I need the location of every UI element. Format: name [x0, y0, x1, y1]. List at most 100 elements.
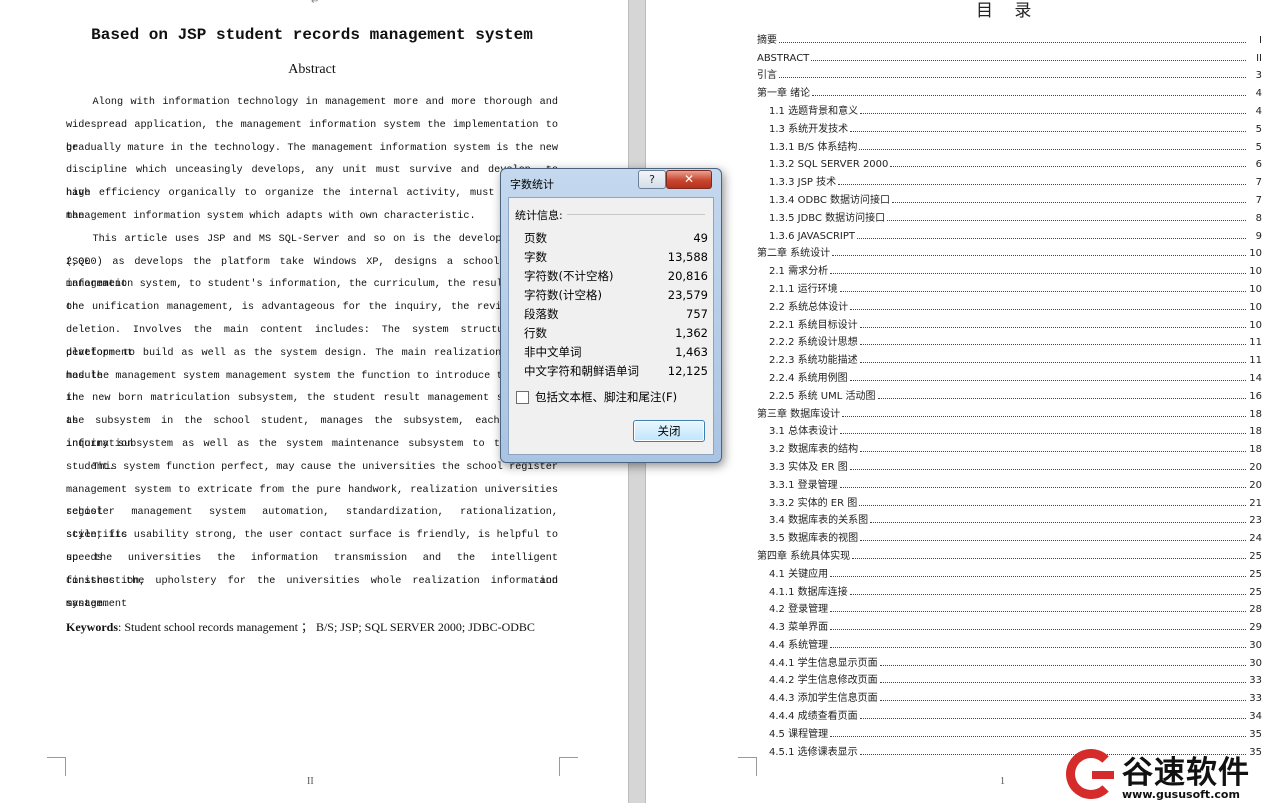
- toc-leader: [849, 593, 1246, 595]
- toc-leader: [870, 522, 1246, 524]
- paragraph-mark: ↵: [311, 0, 320, 7]
- toc-entry[interactable]: 1.1 选题背景和意义 4: [757, 99, 1262, 117]
- toc-entry[interactable]: 第三章 数据库设计 18: [757, 402, 1262, 420]
- toc-entry-title: 第三章 数据库设计: [757, 408, 841, 420]
- stat-row: 页数 49: [524, 229, 708, 248]
- toc-entry[interactable]: 3.3.2 实体的 ER 图 21: [757, 491, 1262, 509]
- toc-entry-title: 2.2.1 系统目标设计: [769, 319, 858, 331]
- toc-entry-page: II: [1256, 52, 1262, 64]
- toc-entry-title: 3.3.2 实体的 ER 图: [769, 497, 858, 509]
- toc-entry[interactable]: 引言 3: [757, 64, 1262, 81]
- toc-entry[interactable]: 3.3.1 登录管理 20: [757, 473, 1262, 491]
- toc-entry-title: 1.3.3 JSP 技术: [769, 177, 837, 189]
- toc-entry-page: 10: [1249, 248, 1262, 260]
- toc-leader: [852, 557, 1246, 559]
- toc-entry[interactable]: 2.1 需求分析 10: [757, 259, 1262, 277]
- toc-entry-title: 1.3.1 B/S 体系结构: [769, 141, 858, 153]
- toc-entry-page: 11: [1249, 337, 1262, 349]
- document-title: Based on JSP student records management …: [91, 26, 533, 44]
- stat-label: 中文字符和朝鲜语单词: [524, 364, 639, 378]
- toc-entry[interactable]: 第四章 系统具体实现 25: [757, 544, 1262, 562]
- toc-entry[interactable]: 3.4 数据库表的关系图 23: [757, 509, 1262, 527]
- close-button[interactable]: 关闭: [633, 420, 705, 442]
- stat-value: 23,579: [667, 288, 708, 302]
- toc-entry[interactable]: 4.2 登录管理 28: [757, 598, 1262, 616]
- toc-entry-page: 11: [1249, 355, 1262, 367]
- toc-entry[interactable]: 1.3.6 JAVASCRIPT 9: [757, 224, 1262, 242]
- toc-leader: [879, 700, 1246, 702]
- table-of-contents: 摘要 I ABSTRACT II 引言 3 第一章 绪论 4 1.1 选题背景和意义 4 1.3 系…: [757, 28, 1262, 758]
- toc-entry[interactable]: 2.2.1 系统目标设计 10: [757, 313, 1262, 331]
- toc-entry[interactable]: 4.3 菜单界面 29: [757, 615, 1262, 633]
- toc-entry[interactable]: 2.1.1 运行环境 10: [757, 277, 1262, 295]
- toc-entry-title: 3.3.1 登录管理: [769, 479, 838, 491]
- stat-label: 字符数(计空格): [524, 288, 602, 302]
- toc-entry[interactable]: 2.2 系统总体设计 10: [757, 295, 1262, 313]
- toc-leader: [830, 611, 1246, 613]
- page-number: 1: [1000, 776, 1005, 787]
- toc-entry-title: 1.3 系统开发技术: [769, 123, 849, 135]
- toc-entry-title: 第二章 系统设计: [757, 248, 831, 260]
- abstract-line: management information system which adap…: [66, 211, 476, 222]
- toc-entry-page: 14: [1249, 372, 1262, 384]
- toc-entry-title: 4.5 课程管理: [769, 728, 829, 740]
- toc-entry[interactable]: ABSTRACT II: [757, 46, 1262, 64]
- toc-entry[interactable]: 4.4.2 学生信息修改页面 33: [757, 669, 1262, 686]
- include-textbox-option[interactable]: 包括文本框、脚注和尾注(F): [516, 389, 677, 405]
- toc-entry[interactable]: 摘要 I: [757, 28, 1262, 46]
- toc-entry-title: 4.5.1 选修课表显示: [769, 746, 858, 758]
- toc-entry[interactable]: 2.2.2 系统设计思想 11: [757, 331, 1262, 349]
- toc-entry-page: 9: [1255, 230, 1262, 242]
- toc-entry-page: 20: [1249, 479, 1262, 491]
- toc-entry-title: 4.2 登录管理: [769, 604, 829, 616]
- toc-entry[interactable]: 3.3 实体及 ER 图 20: [757, 455, 1262, 473]
- toc-entry[interactable]: 1.3.1 B/S 体系结构 5: [757, 135, 1262, 153]
- toc-entry-title: 4.4.4 成绩查看页面: [769, 711, 858, 723]
- toc-entry[interactable]: 第二章 系统设计 10: [757, 242, 1262, 260]
- word-count-dialog[interactable]: 字数统计 ? ✕ 统计信息: 页数 49 字数 13,588 字符数(不计空格) 20,8…: [500, 168, 722, 463]
- toc-entry[interactable]: 1.3 系统开发技术 5: [757, 117, 1262, 135]
- toc-entry-title: 3.1 总体表设计: [769, 426, 839, 438]
- toc-entry-page: 23: [1249, 515, 1262, 527]
- toc-entry[interactable]: 2.2.5 系统 UML 活动图 16: [757, 384, 1262, 402]
- toc-entry-title: ABSTRACT: [757, 52, 810, 64]
- toc-entry-title: 1.3.4 ODBC 数据访问接口: [769, 194, 891, 206]
- checkbox-label: 包括文本框、脚注和尾注(F): [535, 390, 678, 404]
- toc-leader: [840, 433, 1246, 435]
- toc-entry[interactable]: 1.3.3 JSP 技术 7: [757, 170, 1262, 188]
- toc-entry[interactable]: 4.4.1 学生信息显示页面 30: [757, 651, 1262, 669]
- toc-entry-title: 2.2 系统总体设计: [769, 301, 849, 313]
- toc-leader: [830, 735, 1246, 737]
- toc-entry-title: 1.3.5 JDBC 数据访问接口: [769, 212, 886, 224]
- stat-row: 非中文单词 1,463: [524, 343, 708, 362]
- toc-entry[interactable]: 4.1.1 数据库连接 25: [757, 580, 1262, 598]
- toc-entry[interactable]: 3.1 总体表设计 18: [757, 420, 1262, 438]
- help-button[interactable]: ?: [638, 170, 666, 189]
- crop-mark: [738, 757, 757, 776]
- abstract-line: gradually mature in the technology. The …: [66, 142, 558, 154]
- toc-entry-title: 2.2.5 系统 UML 活动图: [769, 390, 876, 402]
- toc-entry-page: 4: [1255, 105, 1262, 117]
- stat-label: 行数: [524, 326, 547, 340]
- toc-leader: [812, 95, 1246, 97]
- toc-entry[interactable]: 3.2 数据库表的结构 18: [757, 437, 1262, 455]
- toc-entry[interactable]: 1.3.2 SQL SERVER 2000 6: [757, 153, 1262, 170]
- toc-entry[interactable]: 2.2.3 系统功能描述 11: [757, 348, 1262, 366]
- toc-entry[interactable]: 1.3.5 JDBC 数据访问接口 8: [757, 206, 1262, 224]
- toc-entry[interactable]: 第一章 绪论 4: [757, 81, 1262, 99]
- toc-leader: [839, 290, 1246, 292]
- toc-entry[interactable]: 4.4.3 添加学生信息页面 33: [757, 686, 1262, 704]
- close-icon[interactable]: ✕: [666, 170, 712, 189]
- toc-entry[interactable]: 3.5 数据库表的视图 24: [757, 526, 1262, 544]
- toc-entry[interactable]: 4.5 课程管理 35: [757, 722, 1262, 740]
- stat-row: 行数 1,362: [524, 324, 708, 343]
- toc-entry[interactable]: 2.2.4 系统用例图 14: [757, 366, 1262, 384]
- include-textbox-checkbox[interactable]: [516, 390, 529, 404]
- toc-leader: [892, 201, 1246, 203]
- toc-entry[interactable]: 4.1 关键应用 25: [757, 562, 1262, 580]
- toc-leader: [842, 415, 1246, 417]
- toc-entry[interactable]: 1.3.4 ODBC 数据访问接口 7: [757, 188, 1262, 206]
- toc-entry[interactable]: 4.4.4 成绩查看页面 34: [757, 704, 1262, 722]
- toc-entry-title: 第四章 系统具体实现: [757, 550, 851, 562]
- toc-entry[interactable]: 4.4 系统管理 30: [757, 633, 1262, 651]
